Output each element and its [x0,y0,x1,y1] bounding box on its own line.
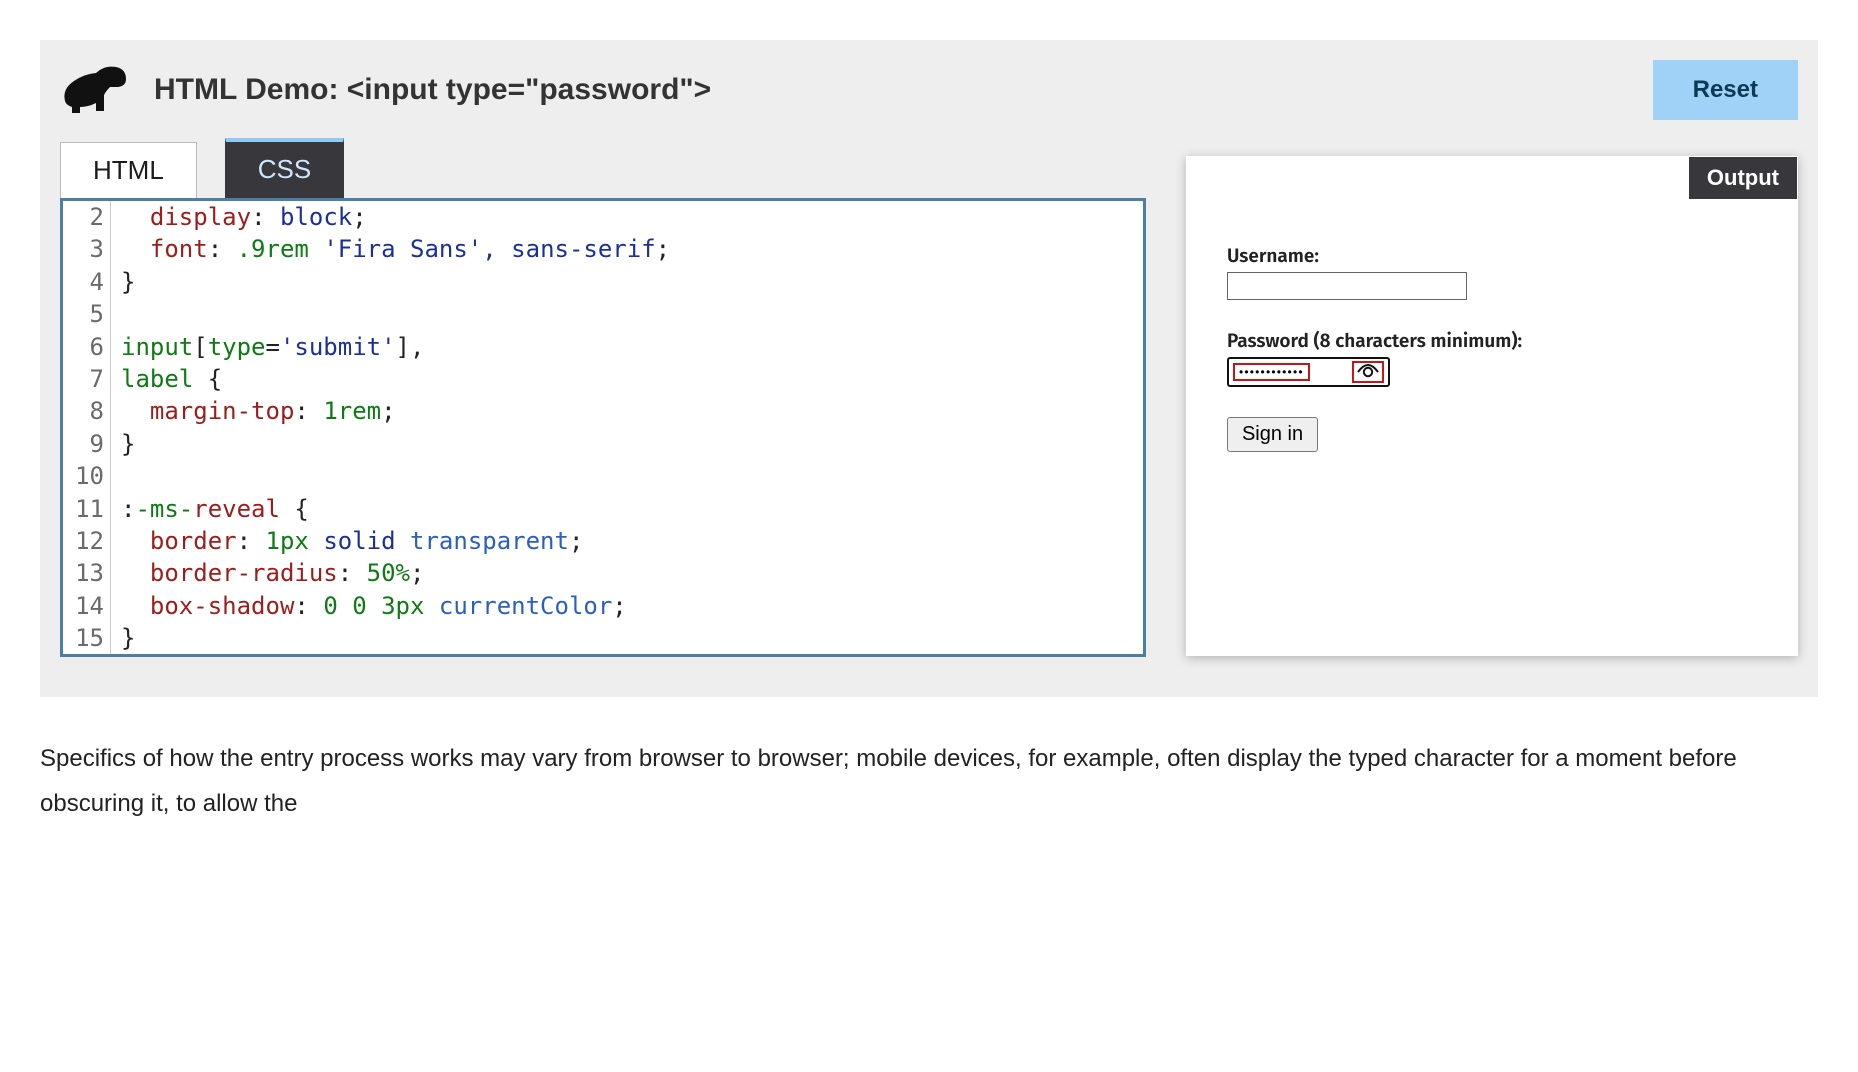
line-number: 10 [63,460,111,492]
line-number: 14 [63,590,111,622]
output-badge: Output [1689,157,1797,199]
code-line: 14 box-shadow: 0 0 3px currentColor; [63,590,1143,622]
code-content: border: 1px solid transparent; [111,525,583,557]
reset-button[interactable]: Reset [1653,60,1798,120]
body-paragraph: Specifics of how the entry process works… [40,737,1818,826]
demo-container: HTML Demo: <input type="password"> Reset… [40,40,1818,697]
code-content: box-shadow: 0 0 3px currentColor; [111,590,627,622]
code-content [111,460,121,492]
demo-title: HTML Demo: <input type="password"> [154,73,1629,107]
code-line: 15} [63,622,1143,654]
password-masked-value: •••••••••••• [1233,363,1310,381]
code-line: 8 margin-top: 1rem; [63,395,1143,427]
username-input[interactable] [1227,272,1467,300]
code-line: 3 font: .9rem 'Fira Sans', sans-serif; [63,233,1143,265]
line-number: 8 [63,395,111,427]
code-line: 5 [63,298,1143,330]
code-line: 11:-ms-reveal { [63,493,1143,525]
line-number: 4 [63,266,111,298]
dino-icon [60,61,130,119]
username-label: Username: [1227,245,1757,268]
line-number: 15 [63,622,111,654]
line-number: 3 [63,233,111,265]
code-content [111,298,121,330]
code-line: 12 border: 1px solid transparent; [63,525,1143,557]
signin-button[interactable]: Sign in [1227,417,1318,452]
code-content: } [111,428,135,460]
code-content: font: .9rem 'Fira Sans', sans-serif; [111,233,670,265]
code-line: 6input[type='submit'], [63,331,1143,363]
code-content: border-radius: 50%; [111,557,424,589]
code-content: display: block; [111,201,367,233]
code-content: margin-top: 1rem; [111,395,396,427]
code-line: 4} [63,266,1143,298]
password-input-wrapper[interactable]: •••••••••••• [1227,357,1390,387]
code-line: 7label { [63,363,1143,395]
editor-tabs: HTML CSS [60,138,1146,198]
line-number: 6 [63,331,111,363]
line-number: 9 [63,428,111,460]
line-number: 5 [63,298,111,330]
code-line: 13 border-radius: 50%; [63,557,1143,589]
code-line: 10 [63,460,1143,492]
code-line: 9} [63,428,1143,460]
code-content: } [111,266,135,298]
code-content: } [111,622,135,654]
password-reveal-icon[interactable] [1352,361,1384,383]
password-label: Password (8 characters minimum): [1227,330,1757,353]
output-panel: Output Username: Password (8 characters … [1186,156,1798,656]
code-editor[interactable]: 2 display: block;3 font: .9rem 'Fira San… [60,198,1146,657]
line-number: 12 [63,525,111,557]
tab-css[interactable]: CSS [225,138,344,198]
line-number: 11 [63,493,111,525]
line-number: 13 [63,557,111,589]
code-content: :-ms-reveal { [111,493,309,525]
code-content: input[type='submit'], [111,331,424,363]
code-line: 2 display: block; [63,201,1143,233]
code-content: label { [111,363,222,395]
line-number: 2 [63,201,111,233]
demo-header: HTML Demo: <input type="password"> Reset [60,60,1798,120]
tab-html[interactable]: HTML [60,142,197,198]
line-number: 7 [63,363,111,395]
